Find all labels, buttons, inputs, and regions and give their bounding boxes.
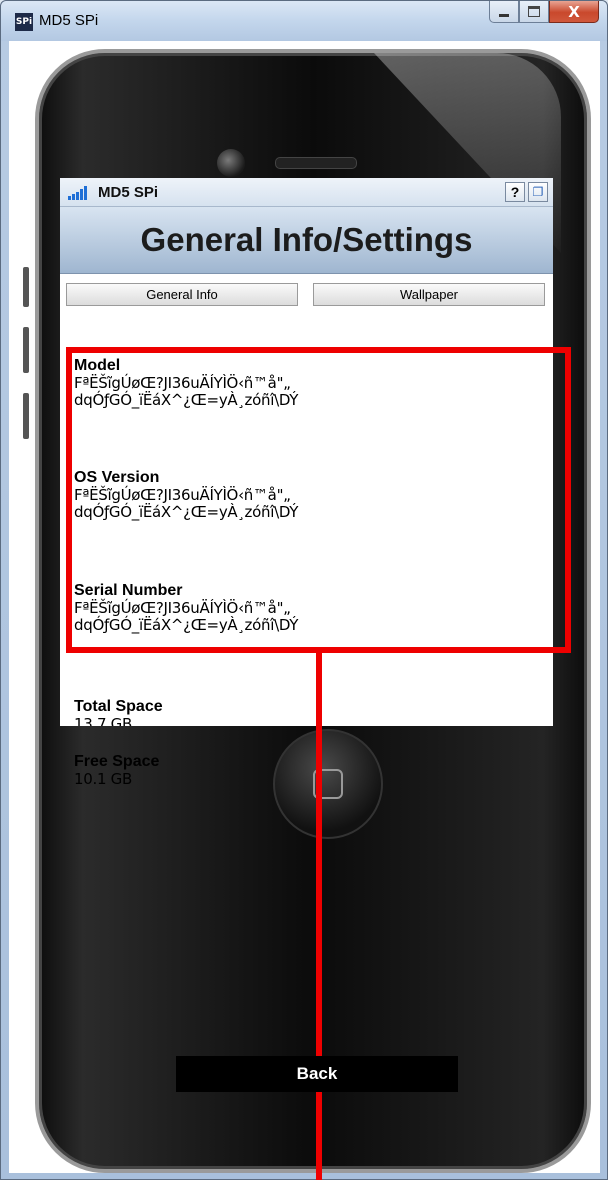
- total-space-value: 13.7 GB: [74, 715, 132, 727]
- total-space-label: Total Space: [74, 698, 163, 715]
- tab-wallpaper[interactable]: Wallpaper: [313, 283, 545, 306]
- highlight-annotation-box: [66, 347, 571, 653]
- app-bar: MD5 SPi ? ❐: [60, 178, 553, 207]
- app-name: MD5 SPi: [98, 184, 159, 201]
- help-button[interactable]: ?: [505, 182, 525, 202]
- window-title: MD5 SPi: [39, 12, 99, 29]
- total-space-section: Total Space 13.7 GB: [74, 697, 544, 726]
- close-icon: X: [568, 2, 580, 21]
- free-space-section: Free Space 10.1 GB: [74, 752, 544, 788]
- mute-switch: [23, 267, 29, 307]
- volume-up-button: [23, 327, 29, 373]
- signal-icon: [68, 186, 90, 200]
- front-camera: [217, 149, 245, 177]
- maximize-icon: [528, 6, 540, 17]
- volume-down-button: [23, 393, 29, 439]
- page-title: General Info/Settings: [140, 221, 473, 258]
- tab-general-info[interactable]: General Info: [66, 283, 298, 306]
- restore-icon[interactable]: ❐: [528, 182, 548, 202]
- header-banner: General Info/Settings: [60, 207, 553, 274]
- minimize-button[interactable]: [489, 1, 519, 23]
- close-button[interactable]: X: [549, 1, 599, 23]
- annotation-pointer-line: [316, 653, 322, 1180]
- free-space-value: 10.1 GB: [74, 770, 132, 788]
- title-bar[interactable]: SPi MD5 SPi X: [1, 1, 607, 41]
- minimize-icon: [499, 14, 509, 17]
- free-space-label: Free Space: [74, 753, 160, 770]
- back-button[interactable]: Back: [176, 1056, 458, 1092]
- maximize-button[interactable]: [519, 1, 549, 23]
- window-controls: X: [489, 1, 599, 23]
- spi-app-icon: SPi: [15, 13, 33, 31]
- earpiece-speaker: [275, 157, 357, 169]
